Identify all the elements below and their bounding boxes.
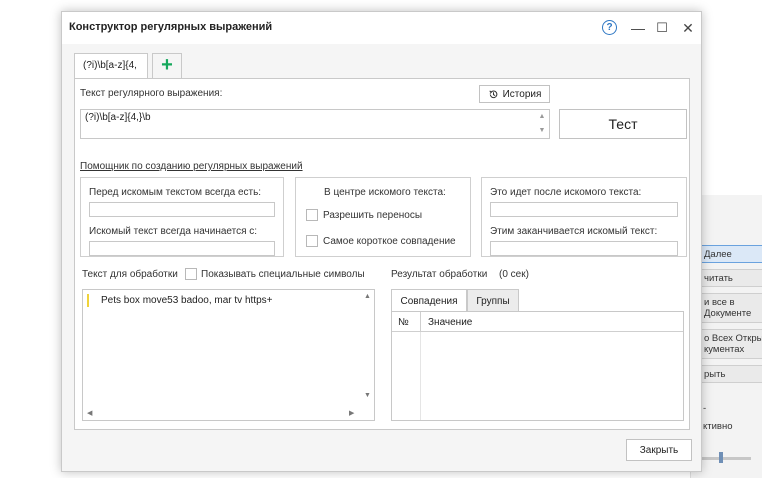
shortest-match-checkbox[interactable] <box>306 235 318 247</box>
show-special-label: Показывать специальные символы <box>201 269 365 280</box>
regex-label: Текст регулярного выражения: <box>80 88 223 99</box>
horizontal-scrollbar[interactable]: ◀ ▶ <box>83 407 363 420</box>
close-button[interactable]: Закрыть <box>626 439 692 461</box>
history-button[interactable]: История <box>479 85 550 103</box>
caret-line-marker <box>87 294 89 307</box>
helper-link[interactable]: Помощник по созданию регулярных выражени… <box>80 161 303 172</box>
processing-text-area[interactable]: Pets box move53 badoo, mar tv https+ ▲ ▼… <box>82 289 375 421</box>
scroll-up-icon[interactable]: ▲ <box>536 111 548 123</box>
after-input[interactable] <box>490 202 678 217</box>
regex-builder-dialog: Конструктор регулярных выражений ? — ☐ ✕… <box>61 11 702 472</box>
test-button[interactable]: Тест <box>559 109 687 139</box>
shortest-match-label: Самое короткое совпадение <box>323 236 456 247</box>
processing-label: Текст для обработки <box>82 269 178 280</box>
result-table-header: № Значение <box>392 312 683 332</box>
result-panel: № Значение <box>391 311 684 421</box>
title-bar: Конструктор регулярных выражений ? — ☐ ✕ <box>62 12 701 44</box>
processing-text: Pets box move53 badoo, mar tv https+ <box>101 295 273 306</box>
dialog-title: Конструктор регулярных выражений <box>69 21 273 33</box>
result-label: Результат обработки <box>391 269 488 280</box>
starts-label: Искомый текст всегда начинается с: <box>89 226 258 237</box>
column-number[interactable]: № <box>398 317 409 328</box>
show-special-checkbox[interactable] <box>185 268 197 280</box>
help-icon[interactable]: ? <box>602 20 617 35</box>
center-label: В центре искомого текста: <box>324 187 446 198</box>
history-label: История <box>502 88 542 100</box>
result-time: (0 сек) <box>499 269 529 280</box>
bg-slider-track[interactable] <box>701 457 751 460</box>
scroll-down-icon[interactable]: ▼ <box>364 392 371 399</box>
scroll-down-icon[interactable]: ▼ <box>536 125 548 137</box>
before-text-group: Перед искомым текстом всегда есть: Иском… <box>80 177 284 257</box>
regex-value: (?i)\b[a-z]{4,}\b <box>85 112 151 123</box>
scroll-right-icon[interactable]: ▶ <box>349 409 354 417</box>
main-panel: Текст регулярного выражения: История (?i… <box>74 78 690 430</box>
starts-input[interactable] <box>89 241 275 256</box>
after-label: Это идет после искомого текста: <box>490 187 642 198</box>
add-tab-icon[interactable]: + <box>152 53 182 79</box>
ends-input[interactable] <box>490 241 678 256</box>
allow-wrap-checkbox[interactable] <box>306 209 318 221</box>
bg-active-text: ктивно <box>703 421 733 432</box>
regex-input[interactable]: (?i)\b[a-z]{4,}\b ▲ ▼ <box>80 109 550 139</box>
scroll-left-icon[interactable]: ◀ <box>87 409 92 417</box>
maximize-icon[interactable]: ☐ <box>652 18 672 38</box>
column-separator <box>420 312 421 331</box>
before-input[interactable] <box>89 202 275 217</box>
after-text-group: Это идет после искомого текста: Этим зак… <box>481 177 687 257</box>
before-label: Перед искомым текстом всегда есть: <box>89 187 262 198</box>
bg-slider-thumb[interactable] <box>719 452 723 463</box>
column-value[interactable]: Значение <box>428 317 472 328</box>
ends-label: Этим заканчивается искомый текст: <box>490 226 658 237</box>
scroll-up-icon[interactable]: ▲ <box>364 293 371 300</box>
allow-wrap-label: Разрешить переносы <box>323 210 423 221</box>
minimize-icon[interactable]: — <box>628 18 648 38</box>
center-text-group: В центре искомого текста: Разрешить пере… <box>295 177 471 257</box>
tab-matches[interactable]: Совпадения <box>391 289 467 312</box>
tab-regex[interactable]: (?i)\b[a-z]{4, <box>74 53 148 79</box>
tab-groups[interactable]: Группы <box>467 289 519 312</box>
close-icon[interactable]: ✕ <box>678 18 698 38</box>
vertical-scrollbar[interactable]: ▲ ▼ <box>361 290 374 408</box>
column-separator <box>420 332 421 420</box>
bg-dash-text: - <box>703 403 707 414</box>
history-icon <box>488 90 497 98</box>
